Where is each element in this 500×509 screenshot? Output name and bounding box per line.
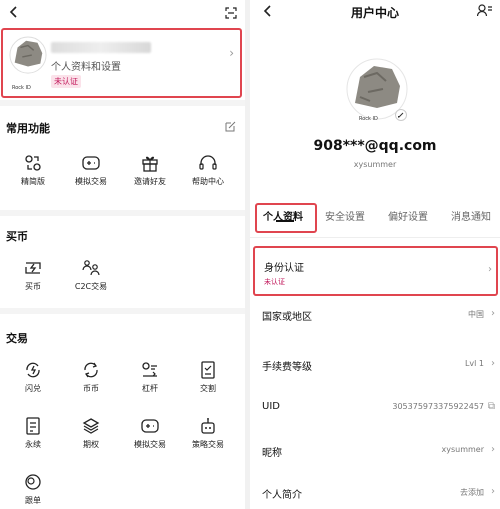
row-bio[interactable]: 个人简介 去添加 › [250, 478, 500, 508]
simple-version-icon [25, 155, 41, 171]
divider [0, 308, 245, 314]
account-switch-icon[interactable] [477, 4, 492, 17]
me-panel: Rock ID 个人资料和设置 未认证 › 常用功能 精简版 模拟交易 邀请好友 [0, 0, 245, 509]
me-header [0, 0, 245, 30]
row-value: xysummer [441, 445, 484, 454]
grid-item-label: 精简版 [21, 177, 45, 186]
grid-item-label: 邀请好友 [134, 177, 166, 186]
chevron-right-icon: › [491, 358, 495, 369]
grid-item-convert[interactable]: 闪兑 [2, 361, 64, 394]
row-label: 手续费等级 [262, 362, 312, 373]
grid-item-options[interactable]: 期权 [60, 417, 122, 450]
grid-item-label: 交割 [200, 384, 216, 393]
tab-preferences[interactable]: 偏好设置 [388, 208, 428, 223]
row-value: 中国 [468, 310, 484, 319]
row-nickname[interactable]: 昵称 xysummer › [250, 436, 500, 466]
edit-icon[interactable] [225, 121, 236, 132]
row-uid: UID 305375973375922457 ⧉ [250, 393, 500, 423]
grid-item-copy-trade[interactable]: 跟单 [2, 473, 64, 506]
row-label: 身份认证 [264, 263, 304, 274]
username: xysummer [353, 160, 397, 169]
edit-avatar-icon[interactable] [395, 109, 407, 121]
grid-item-label: C2C交易 [74, 282, 108, 291]
scan-icon[interactable] [225, 7, 237, 19]
grid-item-label: 模拟交易 [75, 177, 107, 186]
chevron-right-icon: › [488, 264, 492, 275]
grid-item-delivery[interactable]: 交割 [177, 361, 239, 394]
profile-card[interactable]: Rock ID 个人资料和设置 未认证 › [1, 28, 242, 98]
grid-item-label: 永续 [25, 440, 41, 449]
page-title: 用户中心 [350, 6, 399, 20]
divider [0, 210, 245, 216]
chevron-right-icon: › [491, 486, 495, 497]
row-country[interactable]: 国家或地区 中国 › [250, 300, 500, 330]
identity-verification-row[interactable]: 身份认证 未认证 › [253, 246, 498, 296]
unverified-badge: 未认证 [51, 75, 81, 88]
margin-icon [142, 362, 157, 377]
c2c-icon [82, 260, 100, 276]
grid-item-label: 期权 [83, 440, 99, 449]
spot-icon [84, 362, 98, 378]
gift-icon [142, 156, 158, 172]
delivery-icon [201, 361, 215, 379]
copy-icon[interactable]: ⧉ [488, 401, 495, 412]
tab-divider [250, 237, 500, 238]
row-label: UID [262, 401, 280, 412]
highlight-box [255, 203, 317, 233]
chevron-right-icon: › [491, 308, 495, 319]
robot-icon [201, 418, 215, 434]
user-email: 908***@qq.com [313, 138, 437, 154]
demo-trade-icon [82, 156, 100, 170]
options-icon [82, 418, 100, 434]
profile-subtitle: 个人资料和设置 [51, 62, 121, 73]
grid-item-demo-trade[interactable]: 模拟交易 [119, 417, 181, 450]
grid-item-label: 帮助中心 [192, 177, 224, 186]
row-label: 国家或地区 [262, 312, 312, 323]
row-fee-level[interactable]: 手续费等级 Lvl 1 › [250, 350, 500, 380]
tab-notifications[interactable]: 消息通知 [451, 208, 491, 223]
grid-item-invite[interactable]: 邀请好友 [119, 154, 181, 187]
tab-security[interactable]: 安全设置 [325, 208, 365, 223]
grid-item-label: 策略交易 [192, 440, 224, 449]
verification-status: 未认证 [264, 278, 285, 286]
grid-item-label: 杠杆 [142, 384, 158, 393]
demo-trade-icon [141, 419, 159, 433]
grid-item-label: 模拟交易 [134, 440, 166, 449]
row-value: Lvl 1 [464, 359, 484, 368]
flash-convert-icon [26, 362, 40, 378]
grid-item-strategy[interactable]: 策略交易 [177, 417, 239, 450]
row-value: 去添加 [460, 488, 484, 497]
grid-item-label: 买币 [25, 282, 41, 291]
grid-item-demo[interactable]: 模拟交易 [60, 154, 122, 187]
buy-crypto-icon [25, 262, 41, 274]
grid-item-label: 币币 [83, 384, 99, 393]
grid-item-perpetual[interactable]: 永续 [2, 417, 64, 450]
grid-item-help[interactable]: 帮助中心 [177, 154, 239, 187]
grid-item-simple[interactable]: 精简版 [2, 154, 64, 187]
chevron-right-icon: › [491, 444, 495, 455]
divider [0, 100, 245, 106]
row-label: 个人简介 [262, 490, 302, 501]
back-arrow-icon[interactable] [8, 5, 20, 19]
perpetual-icon [26, 417, 40, 435]
grid-item-c2c[interactable]: C2C交易 [60, 259, 122, 292]
grid-item-label: 跟单 [25, 496, 41, 505]
grid-item-label: 闪兑 [25, 384, 41, 393]
grid-item-buy[interactable]: 买币 [2, 259, 64, 292]
chevron-right-icon: › [229, 46, 234, 60]
section-title-trade: 交易 [6, 332, 28, 345]
avatar-caption: Rock ID [12, 85, 31, 91]
grid-item-spot[interactable]: 币币 [60, 361, 122, 394]
avatar [9, 36, 47, 74]
avatar-caption: Rock ID [359, 116, 378, 122]
copy-trade-icon [25, 474, 41, 490]
headset-icon [199, 155, 217, 170]
grid-item-margin[interactable]: 杠杆 [119, 361, 181, 394]
blurred-username [51, 42, 151, 53]
section-title-common: 常用功能 [6, 122, 50, 135]
row-label: 昵称 [262, 448, 282, 459]
row-value: 305375973375922457 [392, 402, 484, 411]
section-title-buy: 买币 [6, 230, 28, 243]
